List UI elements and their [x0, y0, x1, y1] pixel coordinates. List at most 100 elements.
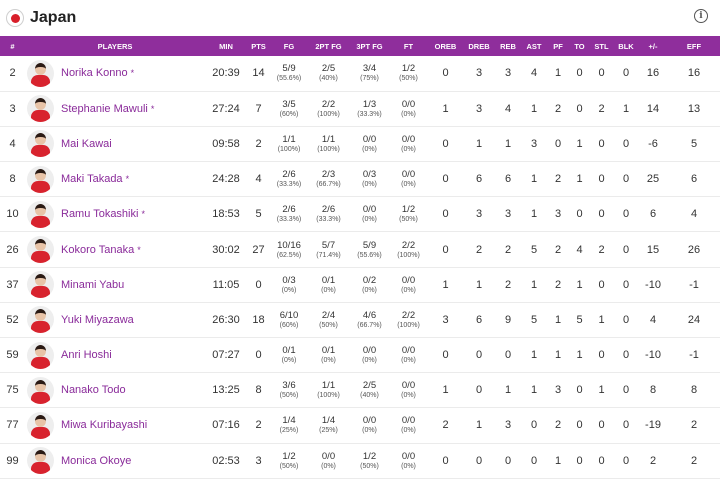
header-col-players[interactable]: PLAYERS: [25, 36, 205, 56]
free-throws-made: 0/0: [401, 450, 416, 462]
field-goals: 1/4 (25%): [270, 408, 308, 443]
points: 18: [252, 313, 265, 326]
plus-minus: 6: [649, 208, 657, 221]
two-point-fg: 0/0 (0%): [308, 443, 349, 478]
player-name-link[interactable]: Stephanie Mawuli: [61, 103, 148, 115]
avatar-head: [35, 203, 46, 216]
header-col-oreb[interactable]: OREB: [427, 36, 464, 56]
three-point-fg-made: 0/0: [362, 345, 377, 357]
avatar[interactable]: [27, 376, 54, 404]
two-point-fg-made: 2/6: [321, 204, 336, 216]
jersey-number: 75: [6, 384, 19, 397]
field-goals-made: 6/10: [279, 309, 299, 321]
player-name-link[interactable]: Minami Yabu: [61, 279, 124, 291]
free-throws: 0/0 (0%): [390, 443, 427, 478]
avatar[interactable]: [27, 236, 54, 264]
free-throws: 0/0 (0%): [390, 91, 427, 126]
avatar[interactable]: [27, 271, 54, 299]
player-name-link[interactable]: Miwa Kuribayashi: [61, 419, 147, 431]
player-name-link[interactable]: Norika Konno: [61, 67, 128, 79]
player-name-link[interactable]: Monica Okoye: [61, 455, 131, 467]
points: 7: [255, 102, 262, 115]
turnovers: 0: [576, 102, 583, 115]
header-col-stl[interactable]: STL: [589, 36, 614, 56]
jersey-number: 10: [6, 208, 19, 221]
header-col-pf[interactable]: PF: [546, 36, 570, 56]
player-name-link[interactable]: Yuki Miyazawa: [61, 314, 134, 326]
avatar[interactable]: [27, 200, 54, 228]
rebounds: 2: [504, 243, 512, 256]
avatar[interactable]: [27, 95, 54, 123]
two-point-fg: 1/4 (25%): [308, 408, 349, 443]
player-name-link[interactable]: Maki Takada: [61, 173, 123, 185]
free-throws-pct: (0%): [401, 145, 416, 153]
team-header: Japan i: [0, 0, 720, 36]
three-point-fg: 0/0 (0%): [349, 126, 390, 161]
player-name-link[interactable]: Nanako Todo: [61, 384, 126, 396]
three-point-fg-pct: (75%): [360, 75, 379, 83]
player-name-link[interactable]: Ramu Tokashiki: [61, 208, 138, 220]
avatar[interactable]: [27, 165, 54, 193]
three-point-fg-pct: (50%): [360, 462, 379, 470]
avatar[interactable]: [27, 341, 54, 369]
header-col-ast[interactable]: AST: [522, 36, 546, 56]
two-point-fg-pct: (40%): [319, 75, 338, 83]
two-point-fg: 0/1 (0%): [308, 338, 349, 373]
three-point-fg: 1/2 (50%): [349, 443, 390, 478]
header-col-blk[interactable]: BLK: [614, 36, 638, 56]
assists: 0: [530, 454, 538, 467]
header-col-dreb[interactable]: DREB: [464, 36, 494, 56]
defensive-rebounds: 0: [475, 384, 483, 397]
avatar-jersey: [31, 180, 50, 193]
player-name-link[interactable]: Anri Hoshi: [61, 349, 112, 361]
personal-fouls: 2: [554, 419, 562, 432]
offensive-rebounds: 0: [442, 208, 449, 221]
three-point-fg-pct: (66.7%): [357, 321, 382, 329]
info-icon[interactable]: i: [694, 9, 708, 23]
avatar[interactable]: [27, 130, 54, 158]
field-goals-pct: (50%): [279, 462, 299, 470]
avatar[interactable]: [27, 411, 54, 439]
steals: 0: [598, 278, 605, 291]
player-cell: Mai Kawai: [25, 126, 205, 161]
offensive-rebounds: 0: [442, 349, 449, 362]
offensive-rebounds: 2: [442, 419, 449, 432]
header-col-fg[interactable]: FG: [270, 36, 308, 56]
field-goals: 0/1 (0%): [270, 338, 308, 373]
header-col-reb[interactable]: REB: [494, 36, 522, 56]
points: 0: [255, 278, 262, 291]
field-goals: 1/1 (100%): [270, 126, 308, 161]
header-col-pts[interactable]: PTS: [247, 36, 270, 56]
avatar-head: [35, 379, 46, 392]
avatar-head: [35, 239, 46, 252]
table-row: 10 Ramu Tokashiki * 18:53 5 2/6 (33.3%) 2/6 (33.…: [0, 197, 720, 232]
player-wrap: Anri Hoshi: [25, 341, 205, 369]
player-name-link[interactable]: Kokoro Tanaka: [61, 244, 134, 256]
efficiency: 24: [687, 313, 701, 326]
avatar[interactable]: [27, 306, 54, 334]
turnovers: 0: [576, 384, 583, 397]
avatar-head: [35, 133, 46, 146]
rebounds: 3: [504, 67, 512, 80]
header-col-to[interactable]: TO: [570, 36, 589, 56]
header-col-3pt-fg[interactable]: 3PT FG: [349, 36, 390, 56]
jersey-number: 4: [9, 137, 16, 150]
three-point-fg: 3/4 (75%): [349, 56, 390, 91]
two-point-fg-pct: (66.7%): [316, 181, 341, 189]
avatar[interactable]: [27, 447, 54, 475]
header-col-eff[interactable]: EFF: [668, 36, 720, 56]
header-col-ft[interactable]: FT: [390, 36, 427, 56]
field-goals-made: 0/1: [282, 345, 296, 357]
three-point-fg-made: 0/0: [362, 415, 377, 427]
avatar[interactable]: [27, 59, 54, 87]
header-col-2pt-fg[interactable]: 2PT FG: [308, 36, 349, 56]
personal-fouls: 2: [554, 278, 562, 291]
two-point-fg: 2/2 (100%): [308, 91, 349, 126]
header-col-min[interactable]: MIN: [205, 36, 247, 56]
player-name-link[interactable]: Mai Kawai: [61, 138, 112, 150]
three-point-fg: 0/2 (0%): [349, 267, 390, 302]
header-col-number[interactable]: #: [0, 36, 25, 56]
three-point-fg-made: 1/2: [362, 450, 377, 462]
turnovers: 1: [576, 173, 583, 186]
header-col-plus-minus[interactable]: +/-: [638, 36, 668, 56]
